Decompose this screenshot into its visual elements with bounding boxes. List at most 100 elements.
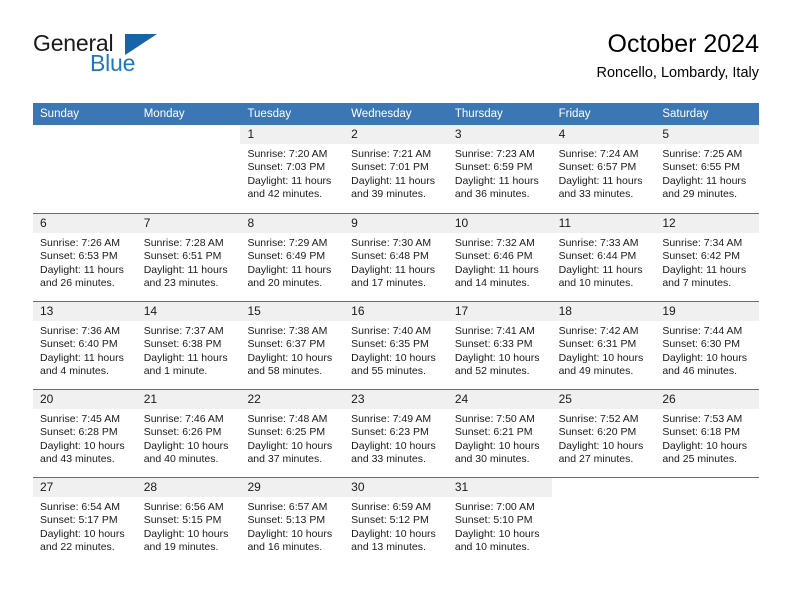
day-cell[interactable]: 6 Sunrise: 7:26 AM Sunset: 6:53 PM Daylight… (33, 214, 137, 301)
day-number-band (655, 478, 760, 497)
page-title: October 2024 (607, 30, 760, 58)
daylight-text-line2: and 23 minutes. (143, 277, 219, 290)
day-number-band: 9 (344, 214, 448, 233)
sunset-text: Sunset: 7:03 PM (247, 161, 326, 174)
day-cell[interactable]: 15 Sunrise: 7:38 AM Sunset: 6:37 PM Dayligh… (240, 302, 345, 389)
daylight-text-line2: and 25 minutes. (662, 453, 738, 466)
day-number: 26 (662, 392, 676, 406)
daylight-text-line1: Daylight: 10 hours (558, 439, 644, 452)
day-sun-info: Sunrise: 7:41 AM Sunset: 6:33 PM Daylight:… (448, 321, 552, 379)
day-cell[interactable]: 20 Sunrise: 7:45 AM Sunset: 6:28 PM Dayligh… (33, 390, 137, 477)
day-cell[interactable]: 13 Sunrise: 7:36 AM Sunset: 6:40 PM Dayligh… (33, 302, 137, 389)
weekday-header-wednesday: Wednesday (351, 108, 412, 120)
brand-logo[interactable]: General Blue (33, 30, 233, 88)
daylight-text-line2: and 10 minutes. (454, 541, 530, 554)
day-cell[interactable]: 12 Sunrise: 7:34 AM Sunset: 6:42 PM Dayligh… (655, 214, 760, 301)
day-sun-info: Sunrise: 7:34 AM Sunset: 6:42 PM Daylight:… (655, 233, 759, 291)
daylight-text-line1: Daylight: 10 hours (351, 439, 436, 452)
day-cell[interactable]: 18 Sunrise: 7:42 AM Sunset: 6:31 PM Dayligh… (551, 302, 656, 389)
sunset-text: Sunset: 6:30 PM (662, 338, 740, 351)
day-cell[interactable]: 9 Sunrise: 7:30 AM Sunset: 6:48 PM Daylight… (344, 214, 448, 301)
daylight-text-line2: and 36 minutes. (454, 188, 530, 201)
day-cell[interactable]: 22 Sunrise: 7:48 AM Sunset: 6:25 PM Dayligh… (240, 390, 345, 477)
day-cell[interactable]: 7 Sunrise: 7:28 AM Sunset: 6:51 PM Daylight… (136, 214, 241, 301)
daylight-text-line1: Daylight: 10 hours (40, 439, 125, 452)
sunset-text: Sunset: 5:17 PM (40, 514, 118, 527)
day-number: 5 (662, 127, 669, 141)
sunrise-text: Sunrise: 7:48 AM (247, 413, 328, 425)
day-cell[interactable]: 31 Sunrise: 7:00 AM Sunset: 5:10 PM Dayligh… (447, 478, 552, 565)
day-cell[interactable]: 30 Sunrise: 6:59 AM Sunset: 5:12 PM Dayligh… (344, 478, 448, 565)
day-number-band: 12 (655, 214, 760, 233)
day-cell[interactable]: 25 Sunrise: 7:52 AM Sunset: 6:20 PM Dayligh… (551, 390, 656, 477)
sunrise-text: Sunrise: 6:57 AM (247, 501, 328, 513)
sunset-text: Sunset: 7:01 PM (351, 161, 429, 174)
sunset-text: Sunset: 6:40 PM (40, 338, 118, 351)
day-cell[interactable]: 16 Sunrise: 7:40 AM Sunset: 6:35 PM Dayligh… (344, 302, 448, 389)
sunset-text: Sunset: 6:18 PM (662, 426, 740, 439)
daylight-text-line1: Daylight: 10 hours (351, 527, 436, 540)
calendar-weeks: 1 Sunrise: 7:20 AM Sunset: 7:03 PM Daylight… (33, 125, 760, 565)
daylight-text-line1: Daylight: 11 hours (40, 263, 124, 276)
weekday-header-sunday: Sunday (40, 108, 80, 120)
sunrise-text: Sunrise: 7:52 AM (558, 413, 639, 425)
day-cell[interactable]: 26 Sunrise: 7:53 AM Sunset: 6:18 PM Dayligh… (655, 390, 760, 477)
day-number: 12 (662, 216, 676, 230)
daylight-text-line1: Daylight: 10 hours (143, 439, 229, 452)
day-cell[interactable]: 4 Sunrise: 7:24 AM Sunset: 6:57 PM Daylight… (551, 125, 656, 213)
daylight-text-line1: Daylight: 11 hours (662, 263, 747, 276)
day-cell[interactable]: 3 Sunrise: 7:23 AM Sunset: 6:59 PM Daylight… (447, 125, 552, 213)
day-cell[interactable]: 14 Sunrise: 7:37 AM Sunset: 6:38 PM Dayligh… (136, 302, 241, 389)
daylight-text-line2: and 58 minutes. (247, 365, 323, 378)
day-number: 4 (558, 127, 566, 141)
sunrise-text: Sunrise: 7:50 AM (454, 413, 535, 425)
day-number-band: 30 (344, 478, 448, 497)
sunset-text: Sunset: 6:21 PM (454, 426, 533, 439)
day-cell[interactable]: 5 Sunrise: 7:25 AM Sunset: 6:55 PM Daylight… (655, 125, 760, 213)
sunset-text: Sunset: 5:13 PM (247, 514, 326, 527)
calendar-week-row: 6 Sunrise: 7:26 AM Sunset: 6:53 PM Daylight… (33, 213, 760, 301)
sunset-text: Sunset: 6:49 PM (247, 250, 326, 263)
day-cell[interactable]: 10 Sunrise: 7:32 AM Sunset: 6:46 PM Dayligh… (447, 214, 552, 301)
day-cell[interactable]: 28 Sunrise: 6:56 AM Sunset: 5:15 PM Dayligh… (136, 478, 241, 565)
day-cell[interactable]: 1 Sunrise: 7:20 AM Sunset: 7:03 PM Daylight… (240, 125, 345, 213)
daylight-text-line1: Daylight: 11 hours (143, 263, 228, 276)
daylight-text-line2: and 1 minute. (143, 365, 208, 378)
day-cell[interactable]: 17 Sunrise: 7:41 AM Sunset: 6:33 PM Dayligh… (447, 302, 552, 389)
day-number-band: 28 (136, 478, 241, 497)
day-cell[interactable]: 21 Sunrise: 7:46 AM Sunset: 6:26 PM Dayligh… (136, 390, 241, 477)
sunset-text: Sunset: 6:31 PM (558, 338, 637, 351)
day-cell[interactable]: 11 Sunrise: 7:33 AM Sunset: 6:44 PM Dayligh… (551, 214, 656, 301)
daylight-text-line2: and 7 minutes. (662, 277, 732, 290)
daylight-text-line1: Daylight: 10 hours (247, 351, 333, 364)
sunset-text: Sunset: 6:33 PM (454, 338, 533, 351)
day-sun-info: Sunrise: 7:53 AM Sunset: 6:18 PM Daylight:… (655, 409, 759, 467)
daylight-text-line1: Daylight: 10 hours (454, 439, 540, 452)
daylight-text-line2: and 10 minutes. (558, 277, 634, 290)
sunset-text: Sunset: 6:46 PM (454, 250, 533, 263)
day-number: 22 (247, 392, 261, 406)
day-cell[interactable]: 2 Sunrise: 7:21 AM Sunset: 7:01 PM Daylight… (344, 125, 448, 213)
day-sun-info: Sunrise: 7:50 AM Sunset: 6:21 PM Daylight:… (448, 409, 552, 467)
daylight-text-line2: and 42 minutes. (247, 188, 323, 201)
day-number: 11 (558, 216, 572, 230)
day-cell[interactable]: 8 Sunrise: 7:29 AM Sunset: 6:49 PM Daylight… (240, 214, 345, 301)
day-number: 3 (454, 127, 462, 141)
day-cell[interactable]: 24 Sunrise: 7:50 AM Sunset: 6:21 PM Dayligh… (447, 390, 552, 477)
day-cell[interactable]: 29 Sunrise: 6:57 AM Sunset: 5:13 PM Dayligh… (240, 478, 345, 565)
sunset-text: Sunset: 5:15 PM (143, 514, 222, 527)
daylight-text-line2: and 29 minutes. (662, 188, 738, 201)
day-number-band: 6 (33, 214, 137, 233)
day-number: 13 (40, 304, 54, 318)
daylight-text-line2: and 33 minutes. (558, 188, 634, 201)
day-number-band: 16 (344, 302, 448, 321)
sunrise-text: Sunrise: 7:38 AM (247, 325, 328, 337)
day-cell[interactable]: 27 Sunrise: 6:54 AM Sunset: 5:17 PM Dayligh… (33, 478, 137, 565)
sunset-text: Sunset: 6:25 PM (247, 426, 326, 439)
day-cell[interactable]: 23 Sunrise: 7:49 AM Sunset: 6:23 PM Dayligh… (344, 390, 448, 477)
daylight-text-line1: Daylight: 10 hours (662, 351, 747, 364)
day-number-band: 2 (344, 125, 448, 144)
daylight-text-line1: Daylight: 10 hours (247, 527, 333, 540)
sunrise-text: Sunrise: 7:21 AM (351, 148, 432, 160)
day-cell[interactable]: 19 Sunrise: 7:44 AM Sunset: 6:30 PM Dayligh… (655, 302, 760, 389)
